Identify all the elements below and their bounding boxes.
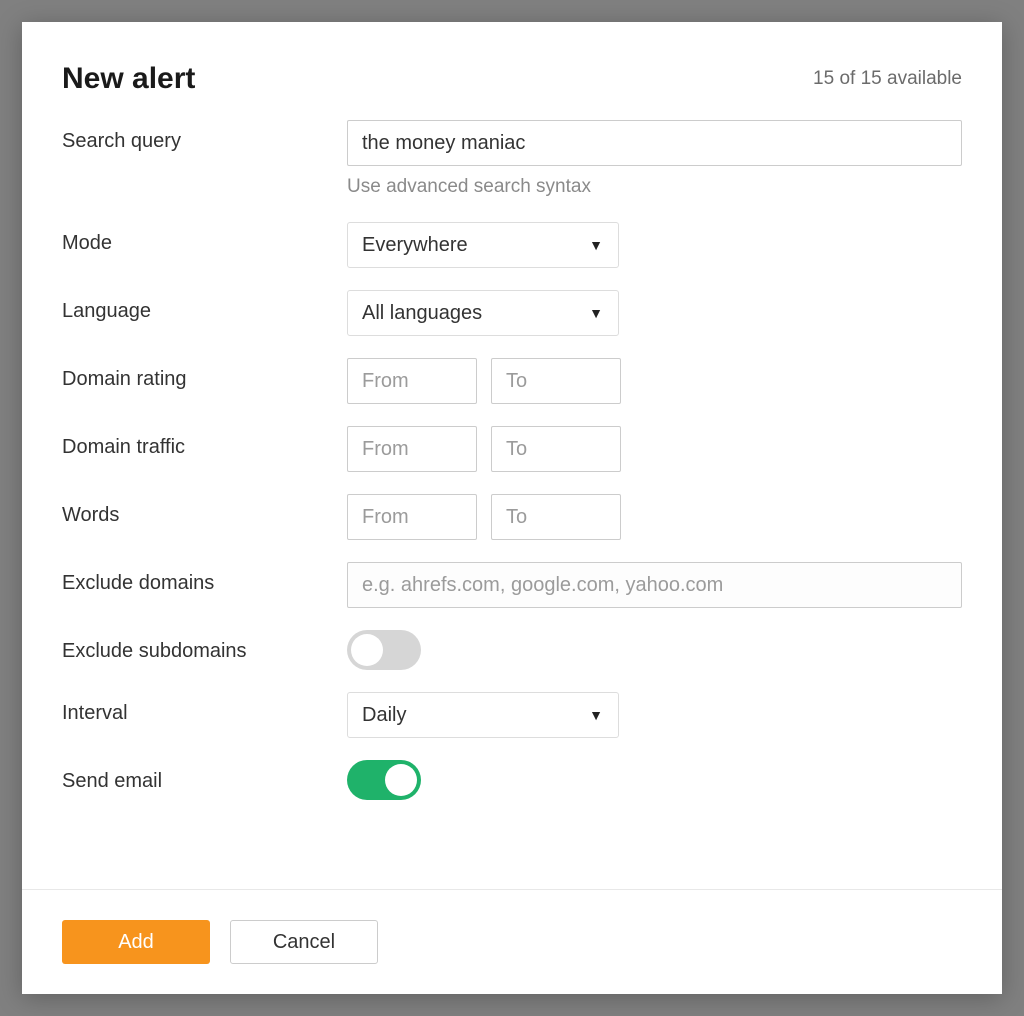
modal-header: New alert 15 of 15 available <box>22 22 1002 120</box>
row-exclude-domains: Exclude domains <box>62 562 962 608</box>
label-exclude-domains: Exclude domains <box>62 562 347 595</box>
modal-footer: Add Cancel <box>22 889 1002 994</box>
row-words: Words <box>62 494 962 540</box>
new-alert-modal: New alert 15 of 15 available Search quer… <box>22 22 1002 994</box>
toggle-knob <box>351 634 383 666</box>
language-select[interactable]: All languages <box>347 290 619 336</box>
label-exclude-subdomains: Exclude subdomains <box>62 630 347 663</box>
words-from-input[interactable] <box>347 494 477 540</box>
label-language: Language <box>62 290 347 323</box>
label-domain-rating: Domain rating <box>62 358 347 391</box>
cancel-button[interactable]: Cancel <box>230 920 378 964</box>
exclude-domains-input[interactable] <box>347 562 962 608</box>
add-button[interactable]: Add <box>62 920 210 964</box>
row-domain-traffic: Domain traffic <box>62 426 962 472</box>
label-send-email: Send email <box>62 760 347 793</box>
row-language: Language All languages ▼ <box>62 290 962 336</box>
toggle-knob <box>385 764 417 796</box>
modal-body: Search query Use advanced search syntax … <box>22 120 1002 889</box>
row-exclude-subdomains: Exclude subdomains <box>62 630 962 670</box>
label-search-query: Search query <box>62 120 347 153</box>
row-domain-rating: Domain rating <box>62 358 962 404</box>
row-search-query: Search query Use advanced search syntax <box>62 120 962 198</box>
exclude-subdomains-toggle[interactable] <box>347 630 421 670</box>
label-domain-traffic: Domain traffic <box>62 426 347 459</box>
search-query-input[interactable] <box>347 120 962 166</box>
mode-select[interactable]: Everywhere <box>347 222 619 268</box>
interval-select[interactable]: Daily <box>347 692 619 738</box>
label-mode: Mode <box>62 222 347 255</box>
label-interval: Interval <box>62 692 347 725</box>
domain-traffic-from-input[interactable] <box>347 426 477 472</box>
availability-counter: 15 of 15 available <box>813 68 962 90</box>
domain-rating-to-input[interactable] <box>491 358 621 404</box>
words-to-input[interactable] <box>491 494 621 540</box>
domain-traffic-to-input[interactable] <box>491 426 621 472</box>
row-mode: Mode Everywhere ▼ <box>62 222 962 268</box>
domain-rating-from-input[interactable] <box>347 358 477 404</box>
search-query-hint: Use advanced search syntax <box>347 176 962 198</box>
send-email-toggle[interactable] <box>347 760 421 800</box>
modal-title: New alert <box>62 62 195 96</box>
row-interval: Interval Daily ▼ <box>62 692 962 738</box>
label-words: Words <box>62 494 347 527</box>
row-send-email: Send email <box>62 760 962 800</box>
